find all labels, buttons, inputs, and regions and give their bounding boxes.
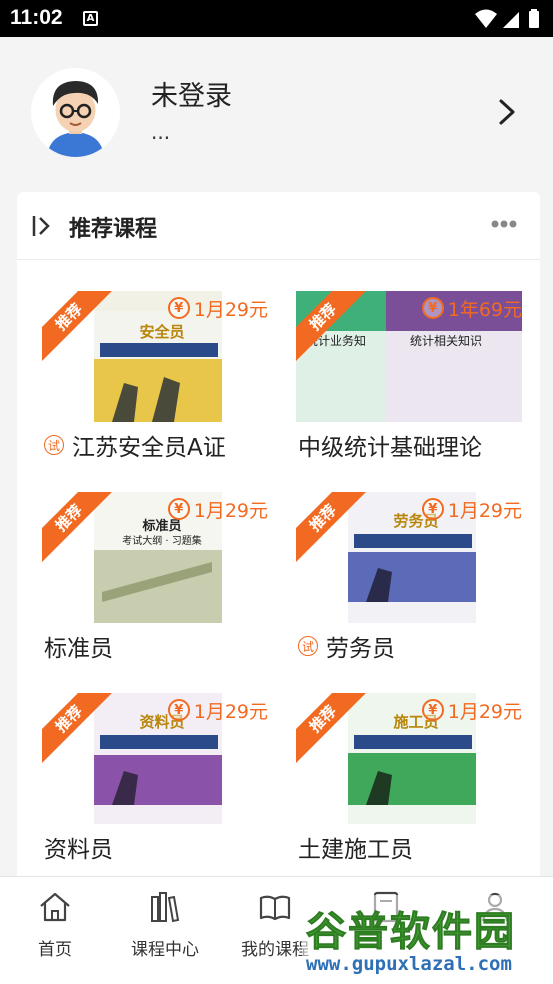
user-name[interactable]: 未登录	[151, 74, 232, 113]
card-header: 推荐课程	[17, 192, 540, 260]
chevron-right-icon[interactable]	[495, 97, 519, 127]
course-cover[interactable]: 安全员 推荐 ¥1月29元	[42, 291, 268, 422]
course-cover[interactable]: 统计业务知 统计相关知识 推荐 ¥1年69元	[296, 291, 522, 422]
course-title: 土建施工员	[298, 837, 413, 863]
yen-icon: ¥	[421, 699, 444, 721]
recommended-courses-card: 推荐课程 安全员 推荐 ¥1月29元 试 江苏安全员A证 统计业务知 统计相关知…	[17, 192, 540, 892]
status-bar: 11:02 A	[0, 0, 553, 37]
price-badge: ¥1月29元	[421, 496, 522, 522]
course-title: 中级统计基础理论	[298, 435, 482, 461]
cover-title: 统计相关知识	[410, 334, 482, 348]
battery-icon	[529, 11, 539, 28]
avatar-icon	[31, 68, 120, 157]
course-item[interactable]: 安全员 推荐 ¥1月29元 试 江苏安全员A证	[32, 291, 272, 481]
course-cover[interactable]: 资料员 推荐 ¥1月29元	[42, 693, 268, 824]
user-subtitle: ...	[151, 120, 171, 144]
course-title: 标准员	[44, 636, 113, 662]
price-badge: ¥1月29元	[421, 697, 522, 723]
yen-icon: ¥	[421, 498, 444, 520]
course-item[interactable]: 统计业务知 统计相关知识 推荐 ¥1年69元 中级统计基础理论	[286, 291, 526, 481]
course-item[interactable]: 标准员 考试大纲 · 习题集 推荐 ¥1月29元 标准员	[32, 492, 272, 682]
svg-text:考试大纲 · 习题集: 考试大纲 · 习题集	[122, 534, 202, 547]
books-icon	[151, 892, 180, 923]
course-item[interactable]: 劳务员 推荐 ¥1月29元 试 劳务员	[286, 492, 526, 682]
watermark-logo-text: 谷普软件园	[306, 909, 516, 956]
signal-icon	[503, 12, 519, 28]
course-title: 试 劳务员	[298, 629, 395, 663]
trial-badge-icon: 试	[44, 435, 64, 455]
yen-icon: ¥	[421, 297, 444, 319]
course-title: 试 江苏安全员A证	[44, 428, 226, 462]
open-book-icon	[259, 895, 291, 921]
course-item[interactable]: 资料员 推荐 ¥1月29元 资料员	[32, 693, 272, 883]
cover-title: 安全员	[139, 323, 184, 341]
profile-header[interactable]: 未登录 ...	[0, 37, 553, 187]
trial-badge-icon: 试	[298, 636, 318, 656]
recommend-ribbon: 推荐	[296, 492, 366, 562]
price-badge: ¥1月29元	[167, 496, 268, 522]
avatar[interactable]	[31, 68, 120, 157]
price-badge: ¥1月29元	[167, 295, 268, 321]
home-icon	[40, 892, 70, 922]
section-marker-icon	[32, 216, 50, 236]
watermark-url: www.gupuxlazal.com	[306, 953, 512, 975]
yen-icon: ¥	[167, 297, 190, 319]
watermark: 谷普软件园 www.gupuxlazal.com	[302, 895, 553, 984]
tab-home[interactable]: 首页	[0, 877, 110, 984]
yen-icon: ¥	[167, 699, 190, 721]
wifi-icon	[475, 9, 497, 28]
course-title: 资料员	[44, 837, 113, 863]
course-cover[interactable]: 劳务员 推荐 ¥1月29元	[296, 492, 522, 623]
recommend-ribbon: 推荐	[42, 693, 112, 763]
section-title: 推荐课程	[69, 217, 158, 242]
tab-label: 首页	[38, 940, 72, 960]
recommend-ribbon: 推荐	[42, 492, 112, 562]
yen-icon: ¥	[167, 498, 190, 520]
more-icon[interactable]	[491, 219, 517, 229]
tab-course-center[interactable]: 课程中心	[110, 877, 220, 984]
recommend-ribbon: 推荐	[296, 291, 366, 361]
course-cover[interactable]: 标准员 考试大纲 · 习题集 推荐 ¥1月29元	[42, 492, 268, 623]
status-time: 11:02	[10, 6, 63, 29]
price-badge: ¥1月29元	[167, 697, 268, 723]
course-item[interactable]: 施工员 推荐 ¥1月29元 土建施工员	[286, 693, 526, 883]
system-status-icons	[475, 9, 539, 28]
course-cover[interactable]: 施工员 推荐 ¥1月29元	[296, 693, 522, 824]
price-badge: ¥1年69元	[421, 295, 522, 321]
notification-icon: A	[83, 11, 98, 26]
recommend-ribbon: 推荐	[296, 693, 366, 763]
recommend-ribbon: 推荐	[42, 291, 112, 361]
tab-label: 课程中心	[131, 940, 199, 960]
